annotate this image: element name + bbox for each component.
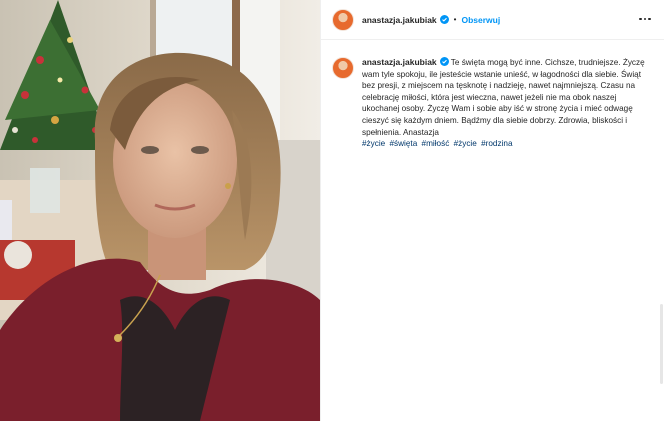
- avatar[interactable]: [332, 8, 354, 31]
- post-header: anastazja.jakubiak • Obserwuj: [321, 0, 664, 40]
- hashtag-link[interactable]: #święta: [390, 139, 418, 148]
- more-dot: [648, 17, 651, 21]
- hashtag-link[interactable]: #miłość: [422, 139, 450, 148]
- more-options-icon[interactable]: [637, 11, 653, 27]
- follow-button[interactable]: Obserwuj: [461, 15, 500, 25]
- instagram-post-view: anastazja.jakubiak • Obserwuj anastazja.…: [0, 0, 664, 421]
- hashtag-link[interactable]: #rodzina: [481, 139, 512, 148]
- verified-badge-icon: [439, 15, 449, 24]
- verified-badge-icon: [439, 57, 449, 66]
- caption-row: anastazja.jakubiak Te święta mogą być in…: [332, 57, 656, 150]
- caption-avatar[interactable]: [332, 57, 354, 79]
- header-separator: •: [453, 15, 457, 24]
- hashtag-link[interactable]: #życie: [454, 139, 477, 148]
- caption-text: Te święta mogą być inne. Cichsze, trudni…: [362, 58, 645, 137]
- more-dot: [643, 17, 647, 21]
- hashtag-list: #życie #święta #miłość #życie #rodzina: [362, 138, 654, 150]
- caption-username-link[interactable]: anastazja.jakubiak: [362, 57, 437, 67]
- post-caption: anastazja.jakubiak Te święta mogą być in…: [362, 57, 654, 150]
- selfie-image: [0, 0, 320, 421]
- post-photo[interactable]: [0, 0, 320, 421]
- username-link[interactable]: anastazja.jakubiak: [362, 15, 437, 25]
- post-side-panel: anastazja.jakubiak • Obserwuj anastazja.…: [320, 0, 664, 421]
- scrollbar[interactable]: [660, 304, 663, 384]
- more-dot: [639, 17, 642, 21]
- hashtag-link[interactable]: #życie: [362, 139, 385, 148]
